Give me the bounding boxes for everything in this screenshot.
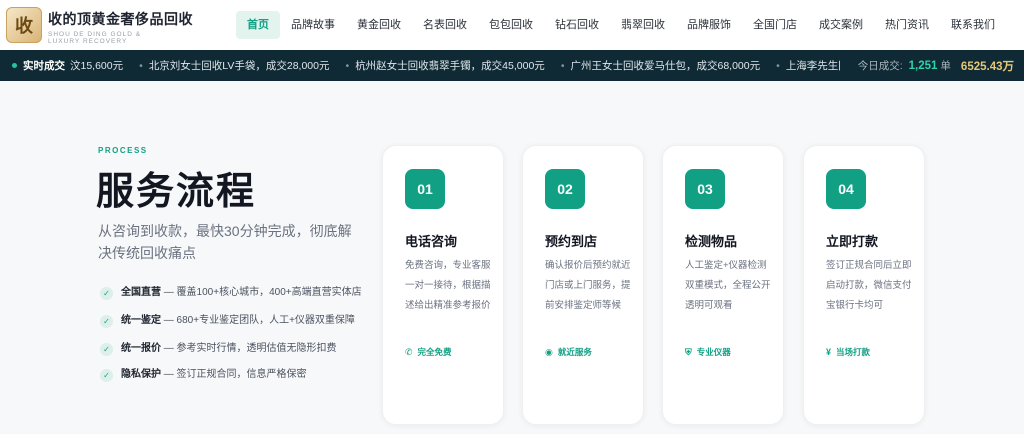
nav-bag-recycle[interactable]: 包包回收	[478, 11, 544, 39]
feature-item: ✓ 统一鉴定 — 680+专业鉴定团队，人工+仪器双重保障	[100, 313, 362, 329]
ticker-dot-icon: •	[345, 59, 350, 72]
brand-block[interactable]: 收的顶黄金奢侈品回收 SHOU DE DING GOLD & LUXURY RE…	[48, 9, 193, 45]
phone-icon: ✆	[405, 346, 413, 357]
ticker-dot-icon: •	[139, 59, 143, 72]
ticker-dot-icon: •	[776, 59, 780, 72]
step-title: 预约到店	[545, 234, 598, 249]
feature-list: ✓ 全国直营 — 覆盖100+核心城市，400+高端直营实体店 ✓ 统一鉴定 —…	[100, 285, 362, 395]
step-description: 确认报价后预约就近门店或上门服务，提前安排鉴定师等候	[545, 260, 631, 311]
live-dot-icon	[12, 63, 17, 68]
ticker-label: 实时成交	[0, 50, 70, 81]
today-deal-count: 1,251	[908, 59, 938, 72]
check-icon: ✓	[100, 343, 113, 356]
feature-item: ✓ 隐私保护 — 签订正规合同，信息严格保密	[100, 367, 362, 383]
step-tag: ✆ 完全免费	[405, 346, 452, 358]
step-title: 检测物品	[685, 234, 738, 249]
brand-subtitle: SHOU DE DING GOLD & LUXURY RECOVERY	[48, 31, 142, 45]
section-subtitle: 从咨询到收款，最快30分钟完成，彻底解决传统回收痛点	[98, 223, 352, 261]
step-number-badge: 01	[405, 169, 445, 209]
ticker-track: 汶15,600元 • 北京刘女士回收LV手袋，成交28,000元 • 杭州赵女士…	[70, 50, 840, 81]
today-deal-count-unit: 单	[940, 60, 951, 72]
brand-logo[interactable]: 收	[6, 7, 42, 43]
ticker-item: 广州王女士回收爱马仕包，成交68,000元	[570, 60, 761, 72]
live-deal-ticker: 实时成交 汶15,600元 • 北京刘女士回收LV手袋，成交28,000元 • …	[0, 50, 1024, 81]
nav-jade-recycle[interactable]: 翡翠回收	[610, 11, 676, 39]
feature-item: ✓ 全国直营 — 覆盖100+核心城市，400+高端直营实体店	[100, 285, 362, 301]
today-deal-amount: 6525.43万	[960, 60, 1014, 73]
step-title: 立即打款	[826, 234, 879, 249]
nav-brand-story[interactable]: 品牌故事	[280, 11, 346, 39]
brand-name: 收的顶黄金奢侈品回收	[48, 11, 193, 27]
nav-brand-apparel[interactable]: 品牌服饰	[676, 11, 742, 39]
nav-watch-recycle[interactable]: 名表回收	[412, 11, 478, 39]
nav-diamond-recycle[interactable]: 钻石回收	[544, 11, 610, 39]
section-title: 服务流程	[96, 171, 257, 213]
step-description: 免费咨询，专业客服一对一接待，根据描述给出精准参考报价	[405, 260, 491, 311]
check-icon: ✓	[100, 315, 113, 328]
nav-home[interactable]: 首页	[236, 11, 280, 39]
nav-cases[interactable]: 成交案例	[808, 11, 874, 39]
main-nav: 首页 品牌故事 黄金回收 名表回收 包包回收 钻石回收 翡翠回收 品牌服饰 全国…	[236, 11, 1006, 39]
today-stats-label: 今日成交:	[857, 60, 903, 72]
step-card-instant-payment[interactable]: 04 立即打款 签订正规合同后立即启动打款，微信支付宝银行卡均可 ¥ 当场打款	[803, 145, 925, 425]
ticker-item: 汶15,600元	[70, 60, 124, 72]
step-description: 签订正规合同后立即启动打款，微信支付宝银行卡均可	[826, 260, 912, 311]
step-number-badge: 03	[685, 169, 725, 209]
step-description: 人工鉴定+仪器检测双重模式，全程公开透明可观看	[685, 260, 771, 311]
step-card-phone-consult[interactable]: 01 电话咨询 免费咨询，专业客服一对一接待，根据描述给出精准参考报价 ✆ 完全…	[382, 145, 504, 425]
step-number-badge: 02	[545, 169, 585, 209]
step-tag: ⛨ 专业仪器	[685, 346, 731, 358]
today-stats: 今日成交: 1,251 单 6525.43万	[847, 50, 1014, 81]
money-icon: ¥	[826, 347, 832, 357]
shield-icon: ⛨	[685, 346, 692, 357]
step-card-store-appointment[interactable]: 02 预约到店 确认报价后预约就近门店或上门服务，提前安排鉴定师等候 ◉ 就近服…	[522, 145, 644, 425]
section-eyebrow: PROCESS	[98, 146, 148, 155]
check-icon: ✓	[100, 287, 113, 300]
ticker-item: 北京刘女士回收LV手袋，成交28,000元	[148, 60, 330, 72]
ticker-item: 上海李先生回收劳力士	[785, 60, 840, 72]
step-number-badge: 04	[826, 169, 866, 209]
feature-item: ✓ 统一报价 — 参考实时行情，透明估值无隐形扣费	[100, 341, 362, 357]
step-tag: ◉ 就近服务	[545, 346, 592, 358]
nav-contact[interactable]: 联系我们	[940, 11, 1006, 39]
nav-stores[interactable]: 全国门店	[742, 11, 808, 39]
check-icon: ✓	[100, 369, 113, 382]
ticker-item: 杭州赵女士回收翡翠手镯，成交45,000元	[355, 60, 545, 72]
step-tag: ¥ 当场打款	[826, 347, 871, 357]
nav-news[interactable]: 热门资讯	[874, 11, 940, 39]
step-card-inspection[interactable]: 03 检测物品 人工鉴定+仪器检测双重模式，全程公开透明可观看 ⛨ 专业仪器	[662, 145, 784, 425]
step-title: 电话咨询	[405, 234, 458, 249]
ticker-dot-icon: •	[560, 59, 565, 72]
location-icon: ◉	[545, 346, 553, 357]
top-header: 收 收的顶黄金奢侈品回收 SHOU DE DING GOLD & LUXURY …	[0, 0, 1024, 50]
nav-gold-recycle[interactable]: 黄金回收	[346, 11, 412, 39]
